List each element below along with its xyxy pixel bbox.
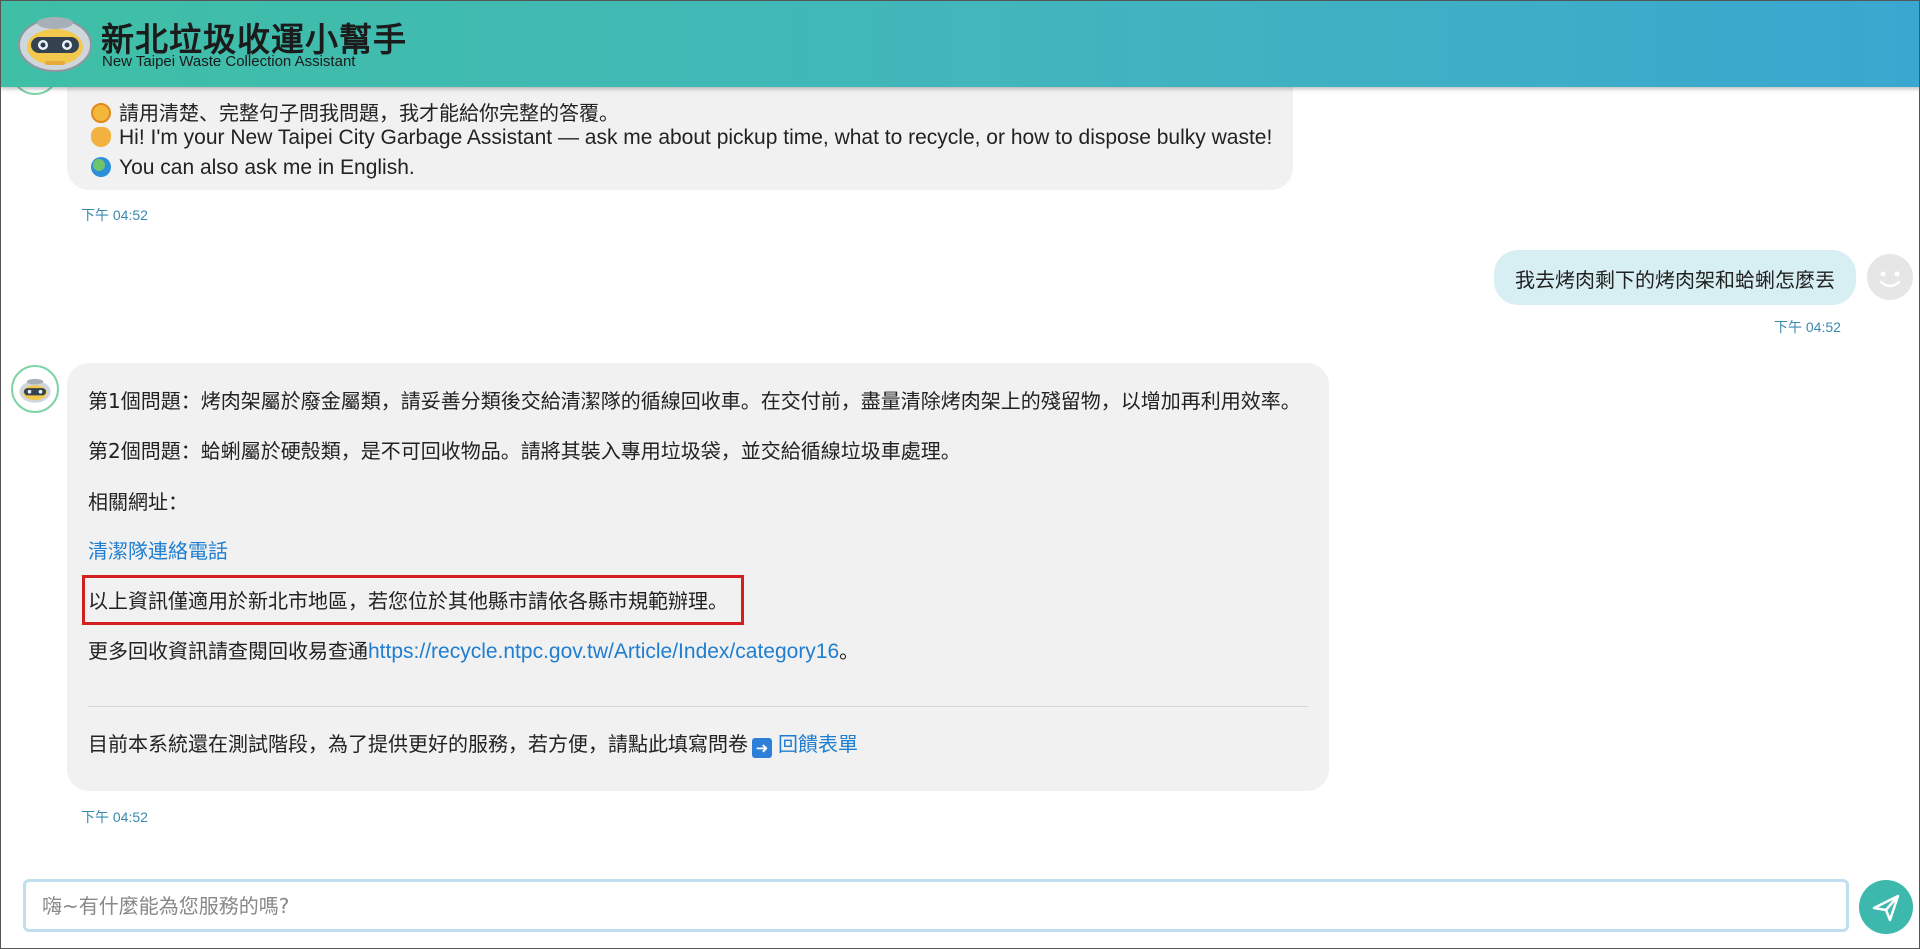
more-info-prefix: 更多回收資訊請查閱回收易查通 xyxy=(88,639,368,663)
bot-message-intro: 請用清楚、完整句子問我問題，我才能給你完整的答覆。 Hi! I'm your N… xyxy=(67,87,1293,190)
chat-input[interactable] xyxy=(26,882,1846,929)
chat-input-container xyxy=(23,879,1849,932)
smiley-avatar-icon xyxy=(1867,254,1913,300)
related-label: 相關網址： xyxy=(88,490,188,514)
recycle-url-link[interactable]: https://recycle.ntpc.gov.tw/Article/Inde… xyxy=(368,640,839,663)
right-arrow-icon: ➜ xyxy=(752,738,772,758)
user-message: 我去烤肉剩下的烤肉架和蛤蜊怎麼丟 xyxy=(1494,250,1856,305)
app-header: 新北垃圾收運小幫手 New Taipei Waste Collection As… xyxy=(1,1,1919,87)
intro-text-1: 請用清楚、完整句子問我問題，我才能給你完整的答覆。 xyxy=(119,101,619,125)
globe-icon xyxy=(91,157,111,177)
intro-text-3: You can also ask me in English. xyxy=(119,156,415,179)
app-subtitle: New Taipei Waste Collection Assistant xyxy=(102,53,356,70)
more-info-line: 更多回收資訊請查閱回收易查通https://recycle.ntpc.gov.t… xyxy=(88,635,859,664)
app-window: 新北垃圾收運小幫手 New Taipei Waste Collection As… xyxy=(0,0,1920,949)
cleaning-team-link[interactable]: 清潔隊連絡電話 xyxy=(88,535,228,564)
waving-hand-icon xyxy=(91,127,111,147)
intro-line-1: 請用清楚、完整句子問我問題，我才能給你完整的答覆。 xyxy=(91,97,619,126)
message-time: 下午 04:52 xyxy=(81,207,148,223)
answer-q2: 第2個問題：蛤蜊屬於硬殼類，是不可回收物品。請將其裝入專用垃圾袋，並交給循線垃圾… xyxy=(88,439,961,463)
more-info-suffix: 。 xyxy=(839,639,860,663)
intro-line-3: You can also ask me in English. xyxy=(91,156,415,180)
message-divider xyxy=(88,706,1308,707)
bot-message-answer: 第1個問題：烤肉架屬於廢金屬類，請妥善分類後交給清潔隊的循線回收車。在交付前，盡… xyxy=(67,363,1329,791)
intro-line-2: Hi! I'm your New Taipei City Garbage Ass… xyxy=(91,126,1272,150)
message-time: 下午 04:52 xyxy=(1774,319,1841,335)
survey-line: 目前本系統還在測試階段，為了提供更好的服務，若方便，請點此填寫問卷 ➜ 回饋表單 xyxy=(88,728,858,758)
message-time: 下午 04:52 xyxy=(81,809,148,825)
disclaimer-highlight xyxy=(82,575,744,625)
send-button[interactable] xyxy=(1859,880,1913,934)
user-message-text: 我去烤肉剩下的烤肉架和蛤蜊怎麼丟 xyxy=(1515,268,1835,292)
smile-emoji-icon xyxy=(91,103,111,123)
survey-text: 目前本系統還在測試階段，為了提供更好的服務，若方便，請點此填寫問卷 xyxy=(88,732,748,756)
robot-mascot-icon xyxy=(18,17,92,72)
answer-q1: 第1個問題：烤肉架屬於廢金屬類，請妥善分類後交給清潔隊的循線回收車。在交付前，盡… xyxy=(88,389,1301,413)
intro-text-2: Hi! I'm your New Taipei City Garbage Ass… xyxy=(119,126,1273,149)
chat-history[interactable]: 請用清楚、完整句子問我問題，我才能給你完整的答覆。 Hi! I'm your N… xyxy=(1,87,1919,864)
feedback-form-link[interactable]: 回饋表單 xyxy=(778,732,858,756)
paper-plane-icon xyxy=(1872,894,1900,922)
robot-avatar-icon xyxy=(11,365,59,413)
bot-avatar xyxy=(11,87,59,95)
